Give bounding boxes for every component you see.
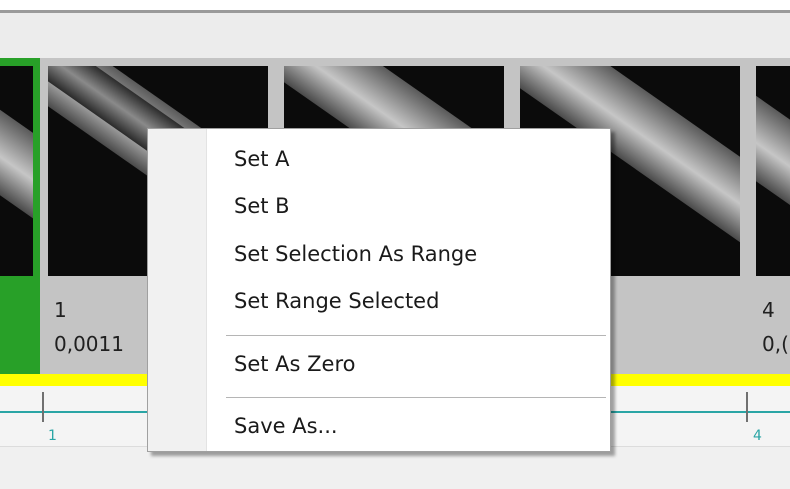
frame-value: 0,0011 (54, 332, 124, 356)
menu-icon-gutter (148, 129, 207, 451)
menu-item-set-a[interactable]: Set A (206, 137, 604, 181)
menu-item-set-as-zero[interactable]: Set As Zero (206, 342, 604, 386)
context-menu: Set A Set B Set Selection As Range Set R… (147, 128, 611, 452)
menu-separator (226, 397, 606, 398)
ruler-tick (746, 392, 748, 422)
top-bar (0, 0, 790, 13)
frame-value: 0,( (762, 332, 789, 356)
frame-number: 4 (762, 298, 775, 322)
ruler-tick-label: 1 (48, 428, 57, 444)
frame-thumbnail (756, 66, 790, 276)
ruler-tick-label: 4 (753, 428, 762, 444)
ruler-tick (42, 392, 44, 422)
toolbar-area (0, 13, 790, 58)
menu-item-set-selection-as-range[interactable]: Set Selection As Range (206, 232, 604, 276)
menu-item-save-as[interactable]: Save As... (206, 404, 604, 448)
menu-item-set-b[interactable]: Set B (206, 184, 604, 228)
frame-thumbnail (0, 66, 33, 276)
menu-separator (226, 335, 606, 336)
filmstrip-frame-selected[interactable] (0, 58, 40, 374)
frame-number: 1 (54, 298, 67, 322)
filmstrip-frame[interactable]: 4 0,( (748, 58, 790, 374)
status-area (0, 446, 790, 489)
menu-item-set-range-selected[interactable]: Set Range Selected (206, 279, 604, 323)
